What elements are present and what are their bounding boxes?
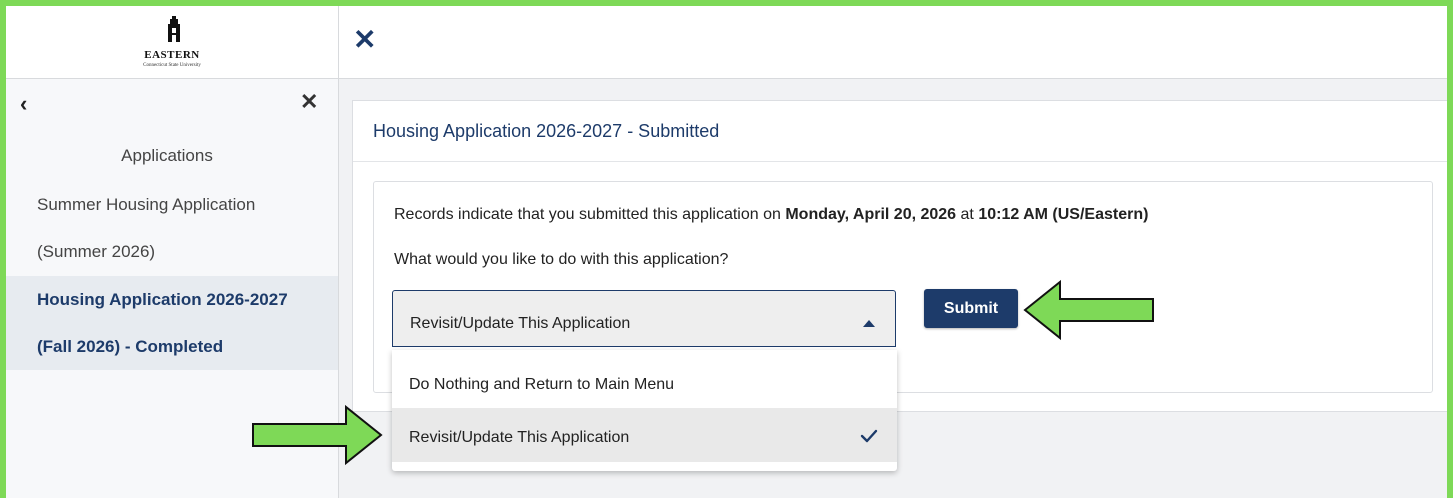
clock-tower-logo-icon [168,16,180,42]
option-label: Revisit/Update This Application [409,429,630,446]
option-do-nothing[interactable]: Do Nothing and Return to Main Menu [392,355,897,409]
close-icon[interactable]: ✕ [353,26,376,54]
logo[interactable]: EASTERN Connecticut State University [6,6,338,79]
top-bar: ✕ [339,6,1447,79]
sidebar-heading: Applications [121,146,213,165]
submit-button[interactable]: Submit [924,289,1018,328]
option-revisit-update[interactable]: Revisit/Update This Application [392,408,897,462]
record-mid: at [956,206,979,223]
arrow-pointing-right-icon [252,404,383,466]
close-icon[interactable]: ✕ [300,91,318,113]
logo-name: EASTERN [144,49,200,61]
page-title: Housing Application 2026-2027 - Submitte… [373,121,720,141]
sidebar-item-summer-housing[interactable]: Summer Housing Application (Summer 2026) [6,181,338,275]
checkmark-icon [860,429,878,443]
record-date: Monday, April 20, 2026 [785,206,957,223]
sidebar-item-label: Summer Housing Application [37,195,256,214]
submission-record: Records indicate that you submitted this… [394,206,1148,224]
logo-subtitle: Connecticut State University [143,63,201,68]
action-select[interactable]: Revisit/Update This Application [392,290,896,347]
select-dropdown: Do Nothing and Return to Main Menu Revis… [392,350,897,471]
select-value: Revisit/Update This Application [410,315,631,332]
action-question: What would you like to do with this appl… [394,251,729,268]
sidebar-item-term: (Summer 2026) [37,242,156,261]
record-prefix: Records indicate that you submitted this… [394,206,786,223]
arrow-pointing-left-icon [1023,279,1154,341]
sidebar-item-term: (Fall 2026) - Completed [37,337,224,356]
chevron-left-icon[interactable]: ‹ [20,93,27,115]
sidebar-item-housing-2026-2027[interactable]: Housing Application 2026-2027 (Fall 2026… [6,276,338,370]
sidebar-item-label: Housing Application 2026-2027 [37,290,288,309]
record-time: 10:12 AM (US/Eastern) [978,206,1149,223]
option-label: Do Nothing and Return to Main Menu [409,376,675,393]
caret-up-icon [863,320,875,327]
divider [353,161,1452,162]
